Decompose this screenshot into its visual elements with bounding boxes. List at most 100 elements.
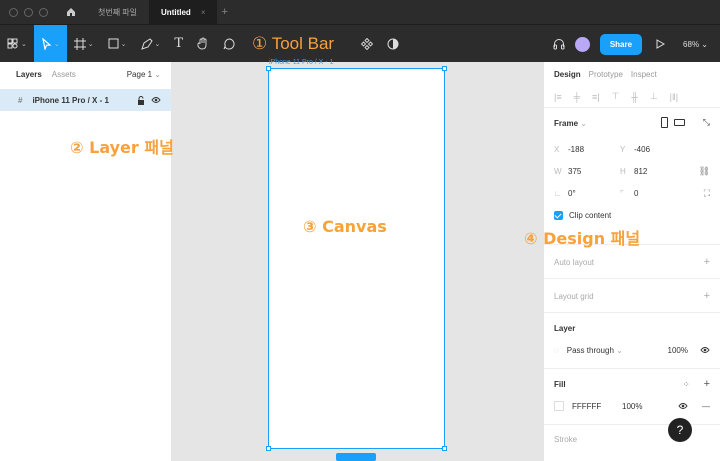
fill-opacity[interactable]: 100%: [622, 402, 642, 411]
add-auto-layout-button[interactable]: +: [704, 256, 710, 268]
dimension-tag: [336, 453, 376, 461]
pen-tool-button[interactable]: ⌄: [134, 25, 168, 63]
blend-mode-value: Pass through: [566, 345, 614, 355]
comment-tool-button[interactable]: [216, 25, 242, 63]
contrast-icon: [387, 38, 399, 49]
x-value: -188: [568, 144, 585, 154]
stroke-section: Stroke: [544, 425, 720, 453]
landscape-icon[interactable]: [673, 119, 685, 126]
layer-opacity[interactable]: 100%: [668, 346, 688, 355]
tab-layers[interactable]: Layers: [16, 70, 42, 79]
eye-icon[interactable]: [678, 402, 688, 410]
styles-icon[interactable]: ⁘: [683, 380, 690, 389]
auto-layout-header: Auto layout +: [554, 245, 710, 279]
chevron-down-icon: ⌄: [21, 40, 27, 48]
align-left-icon[interactable]: |≡: [554, 92, 562, 102]
radius-field[interactable]: ⌜ 0: [620, 189, 686, 198]
frame-icon: #: [18, 95, 23, 105]
tab-inspect[interactable]: Inspect: [631, 70, 657, 79]
resize-to-fit-icon[interactable]: ⤡: [703, 117, 710, 128]
figma-app: 첫번째 파일 Untitled × + ⌄ ⌄ ⌄ ⌄ ⌄ T ① Tool B…: [0, 0, 720, 461]
tab-design[interactable]: Design: [554, 70, 581, 79]
close-tab-icon[interactable]: ×: [201, 8, 206, 17]
independent-corners-icon[interactable]: ⛶: [704, 188, 710, 199]
frame-name-label[interactable]: iPhone 11 Pro / X - 1: [269, 59, 333, 66]
close-window-button[interactable]: [9, 7, 18, 17]
help-button[interactable]: ?: [668, 418, 692, 442]
y-field[interactable]: Y -406: [620, 145, 686, 154]
text-tool-button[interactable]: T: [167, 25, 190, 63]
rotation-icon: ∟: [554, 188, 562, 198]
blend-icon: ◌: [554, 345, 559, 355]
maximize-window-button[interactable]: [39, 7, 48, 17]
home-icon[interactable]: [66, 7, 76, 17]
resize-handle-tr[interactable]: [442, 66, 447, 71]
blend-mode-dropdown[interactable]: Pass through ⌄: [567, 346, 623, 355]
lock-icon[interactable]: [137, 95, 145, 105]
layer-label: iPhone 11 Pro / X - 1: [32, 95, 109, 105]
resize-handle-bl[interactable]: [266, 446, 271, 451]
share-button[interactable]: Share: [599, 33, 643, 55]
tab-untitled[interactable]: Untitled ×: [149, 0, 218, 24]
frame-tool-button[interactable]: ⌄: [67, 25, 101, 63]
mask-button[interactable]: [380, 25, 406, 63]
align-bottom-icon[interactable]: ⊥: [650, 91, 658, 102]
constrain-proportions-icon[interactable]: ⛓: [699, 166, 710, 177]
clip-content-row[interactable]: Clip content: [554, 204, 710, 226]
title-bar: 첫번째 파일 Untitled × +: [0, 0, 720, 24]
eye-icon[interactable]: [700, 346, 710, 354]
layer-item[interactable]: # iPhone 11 Pro / X - 1: [0, 89, 171, 111]
move-tool-button[interactable]: ⌄: [33, 24, 67, 63]
hand-tool-button[interactable]: [190, 25, 216, 63]
fill-section: Fill ⁘ + FFFFFF 100% —: [544, 369, 720, 425]
main-menu-button[interactable]: ⌄: [0, 25, 34, 63]
shape-tool-button[interactable]: ⌄: [101, 25, 134, 63]
align-right-icon[interactable]: ≡|: [592, 92, 600, 102]
layout-grid-title: Layout grid: [554, 291, 594, 301]
components-button[interactable]: [354, 25, 380, 63]
resize-handle-tl[interactable]: [266, 66, 271, 71]
iphone-frame[interactable]: [266, 66, 447, 451]
chevron-down-icon: ⌄: [616, 345, 623, 355]
layout-grid-section: Layout grid +: [544, 279, 720, 313]
width-field[interactable]: W 375: [554, 167, 620, 176]
play-icon[interactable]: [656, 39, 666, 49]
height-field[interactable]: H 812: [620, 167, 686, 176]
chevron-down-icon: ⌄: [701, 39, 708, 49]
tab-assets[interactable]: Assets: [52, 70, 76, 79]
tab-file[interactable]: 첫번째 파일: [86, 0, 149, 24]
layer-actions: [137, 95, 161, 105]
zoom-level: 68%: [683, 39, 700, 49]
clip-content-checkbox[interactable]: [554, 210, 563, 220]
eye-icon[interactable]: [151, 96, 161, 104]
tab-prototype[interactable]: Prototype: [589, 70, 623, 79]
remove-fill-button[interactable]: —: [702, 402, 710, 411]
canvas-annotation: ③ Canvas: [303, 217, 387, 236]
new-tab-button[interactable]: +: [221, 6, 227, 18]
text-tool-icon: T: [174, 36, 184, 51]
position-row: X -188 Y -406: [554, 138, 710, 160]
add-layout-grid-button[interactable]: +: [704, 290, 710, 302]
distribute-icon[interactable]: |‖|: [670, 92, 678, 102]
headphones-icon[interactable]: [553, 38, 565, 50]
fill-color-swatch[interactable]: [554, 401, 564, 411]
resize-handle-br[interactable]: [442, 446, 447, 451]
rotation-field[interactable]: ∟ 0°: [554, 189, 620, 198]
auto-layout-title: Auto layout: [554, 257, 595, 267]
y-key: Y: [620, 144, 626, 154]
chevron-down-icon: ⌄: [87, 40, 94, 48]
rotation-row: ∟ 0° ⌜ 0 ⛶: [554, 182, 710, 204]
align-center-icon[interactable]: ╪: [574, 92, 580, 102]
align-middle-icon[interactable]: ╫: [631, 92, 637, 102]
x-field[interactable]: X -188: [554, 145, 620, 154]
minimize-window-button[interactable]: [24, 7, 33, 17]
avatar[interactable]: [574, 36, 590, 52]
page-selector[interactable]: Page 1 ⌄: [127, 70, 161, 79]
align-top-icon[interactable]: ⊤: [612, 91, 620, 102]
zoom-dropdown[interactable]: 68% ⌄: [683, 40, 708, 49]
add-fill-button[interactable]: +: [704, 378, 710, 390]
toolbar-right: Share 68% ⌄: [553, 25, 720, 63]
fill-hex[interactable]: FFFFFF: [572, 402, 622, 411]
tab-label: 첫번째 파일: [98, 7, 138, 17]
portrait-icon[interactable]: [660, 117, 668, 128]
